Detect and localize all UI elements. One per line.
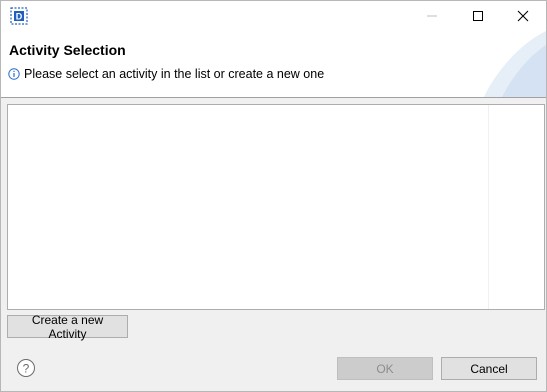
title-bar[interactable]: D <box>1 1 546 31</box>
minimize-icon <box>427 15 437 17</box>
header-divider <box>1 97 546 98</box>
app-d-icon: D <box>10 7 28 25</box>
info-icon <box>8 68 20 80</box>
create-activity-button[interactable]: Create a new Activity <box>7 313 128 341</box>
maximize-icon <box>473 11 483 21</box>
help-icon[interactable]: ? <box>16 358 36 378</box>
dialog-header: Activity Selection Please select an acti… <box>1 31 546 97</box>
list-column-divider <box>488 105 489 309</box>
ok-button[interactable]: OK <box>337 357 433 380</box>
cancel-button[interactable]: Cancel <box>441 357 537 380</box>
header-message-text: Please select an activity in the list or… <box>24 67 325 81</box>
maximize-button[interactable] <box>455 1 501 31</box>
banner-decoration <box>484 31 546 97</box>
svg-text:D: D <box>16 12 23 22</box>
close-icon <box>517 10 529 22</box>
minimize-button[interactable] <box>409 1 455 31</box>
svg-text:?: ? <box>23 362 30 376</box>
activity-list[interactable] <box>7 104 545 310</box>
page-title: Activity Selection <box>9 42 126 58</box>
dialog-window: D Activity Selection Please select an ac… <box>0 0 547 392</box>
close-button[interactable] <box>500 1 546 31</box>
header-message: Please select an activity in the list or… <box>8 67 324 81</box>
